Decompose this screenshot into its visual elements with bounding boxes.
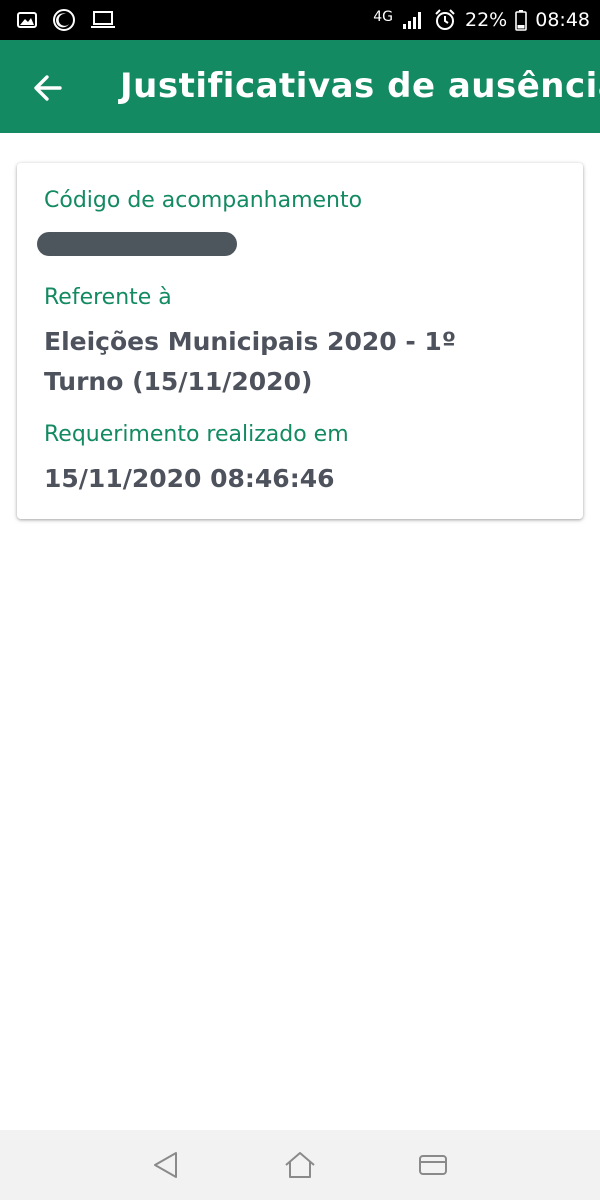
request-date-value: 15/11/2020 08:46:46	[44, 464, 335, 493]
tracking-code-redacted	[37, 232, 237, 256]
arrow-left-icon	[28, 75, 68, 112]
laptop-icon	[90, 9, 116, 35]
tracking-code-label: Código de acompanhamento	[44, 188, 363, 213]
clock: 08:48	[535, 9, 590, 31]
request-date-label: Requerimento realizado em	[44, 422, 349, 447]
alarm-icon	[433, 8, 457, 32]
image-icon	[16, 9, 38, 35]
home-icon	[282, 1152, 318, 1187]
back-triangle-icon	[149, 1152, 185, 1187]
recents-icon	[415, 1155, 451, 1187]
status-right: 4G 22% 08:48	[373, 0, 590, 40]
battery-icon	[515, 9, 528, 31]
reference-value: Eleições Municipais 2020 - 1º Turno (15/…	[44, 327, 456, 396]
status-left-icons	[16, 8, 116, 36]
absence-justification-card[interactable]: Código de acompanhamento Referente à Ele…	[17, 163, 583, 519]
reference-label: Referente à	[44, 285, 172, 310]
network-type: 4G	[373, 9, 393, 25]
battery-percent: 22%	[465, 9, 508, 31]
nav-recents-button[interactable]	[415, 1147, 451, 1183]
app-bar: Justificativas de ausência	[0, 40, 600, 133]
status-bar: 4G 22% 08:48	[0, 0, 600, 40]
nav-back-button[interactable]	[149, 1147, 185, 1183]
page-title: Justificativas de ausência	[120, 66, 600, 106]
moon-icon	[52, 8, 76, 36]
back-button[interactable]	[28, 68, 68, 108]
signal-icon	[401, 10, 425, 30]
system-nav-bar	[0, 1130, 600, 1200]
nav-home-button[interactable]	[282, 1147, 318, 1183]
